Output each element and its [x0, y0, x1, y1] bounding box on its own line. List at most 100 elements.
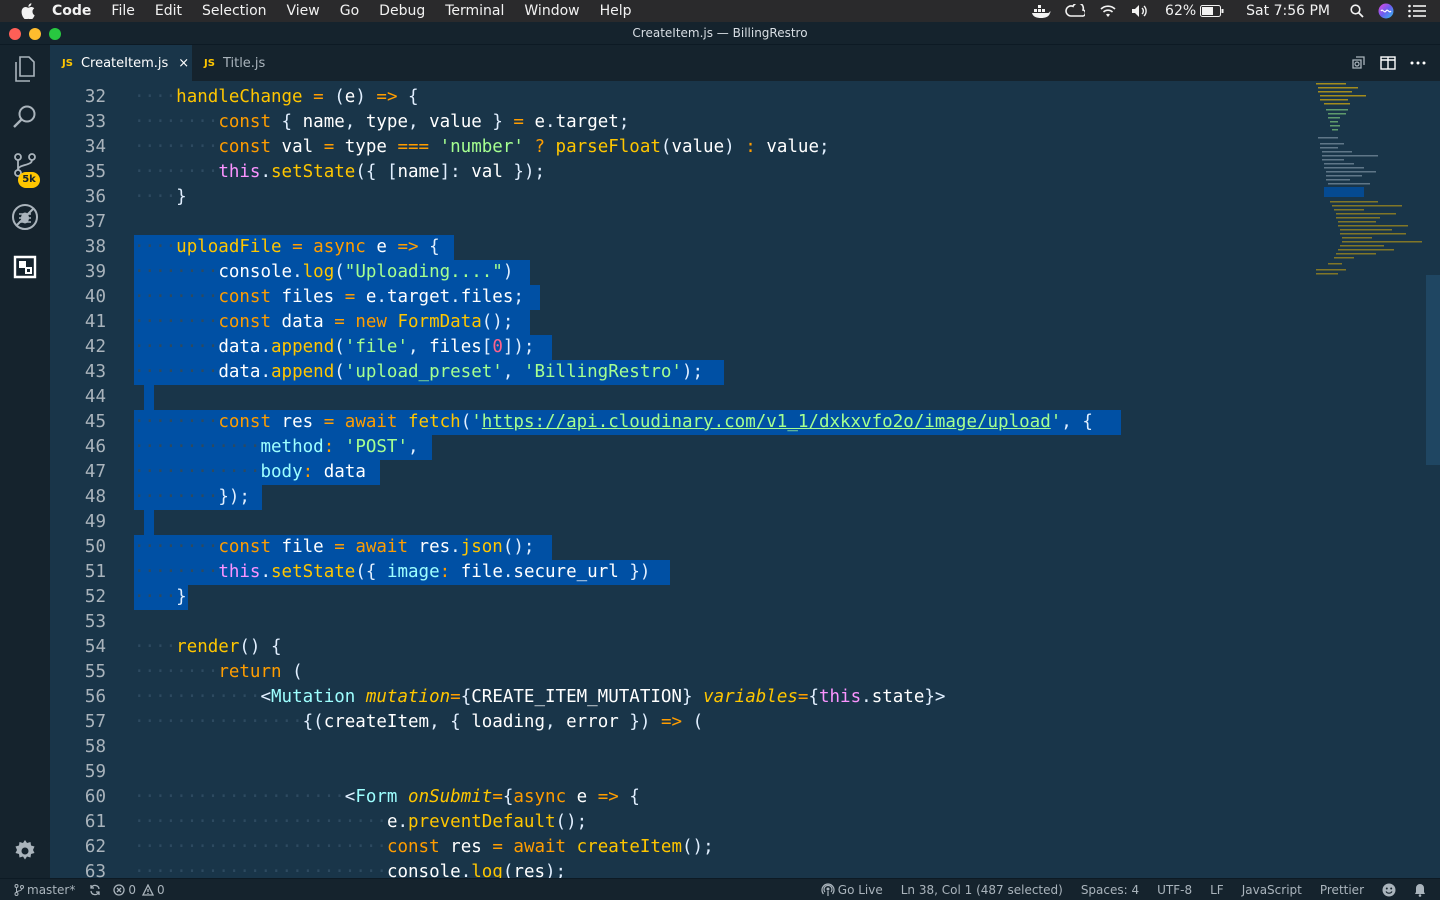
battery-percent[interactable]: 62% [1165, 3, 1224, 19]
code-line: ························console.log(res)… [134, 862, 567, 878]
code-line-selected: ········const file = await res.json(); [134, 535, 1314, 560]
sync-icon [90, 884, 100, 895]
menu-file[interactable]: File [111, 3, 134, 19]
status-bar: master* 0 0 Go Live Ln 38, Col 1 (487 se… [0, 878, 1440, 900]
debug-button[interactable] [0, 195, 50, 243]
menu-terminal[interactable]: Terminal [445, 3, 504, 19]
menubar-status-area: 62% Sat 7:56 PM [1031, 0, 1440, 22]
code-line: ········const { name, type, value } = e.… [134, 112, 630, 132]
javascript-file-icon: JS [62, 57, 73, 69]
code-line: ························const res = awai… [134, 837, 714, 857]
minimap[interactable] [1314, 81, 1424, 878]
explorer-button[interactable] [0, 47, 50, 95]
line-number: 60 [84, 787, 106, 807]
line-number: 59 [84, 762, 106, 782]
code-editor[interactable]: 32 33 34 35 36 37 38 39 40 41 42 43 44 4… [50, 81, 1440, 878]
open-changes-icon[interactable] [1350, 55, 1366, 71]
feedback-smiley-icon[interactable] [1382, 883, 1396, 897]
code-line-selected: ····uploadFile = async e => { [134, 235, 1314, 260]
cursor-position[interactable]: Ln 38, Col 1 (487 selected) [901, 883, 1063, 897]
branch-name: master* [27, 882, 76, 897]
minimize-window-button[interactable] [29, 28, 41, 40]
javascript-file-icon: JS [204, 57, 215, 69]
docker-icon[interactable] [1031, 4, 1051, 18]
spotlight-search-icon[interactable] [1350, 4, 1364, 18]
git-branch-status[interactable]: master* [14, 883, 75, 897]
error-icon [113, 883, 125, 896]
code-line: ························e.preventDefault… [134, 812, 588, 832]
code-line: ····handleChange = (e) => { [134, 87, 419, 107]
line-number: 42 [84, 337, 106, 357]
battery-level-text: 62% [1165, 3, 1197, 19]
window-titlebar: CreateItem.js — BillingRestro [0, 22, 1440, 45]
split-editor-icon[interactable] [1380, 56, 1396, 70]
line-number: 51 [84, 562, 106, 582]
menu-edit[interactable]: Edit [155, 3, 182, 19]
menu-help[interactable]: Help [600, 3, 632, 19]
source-control-badge: 5k [18, 172, 40, 188]
menu-app-code[interactable]: Code [52, 3, 91, 19]
wifi-icon[interactable] [1099, 4, 1117, 18]
clock[interactable]: Sat 7:56 PM [1246, 3, 1330, 19]
extensions-button[interactable] [0, 245, 50, 293]
line-number: 55 [84, 662, 106, 682]
creative-cloud-icon[interactable] [1065, 4, 1086, 18]
code-line-selected: ········const data = new FormData(); [134, 310, 1314, 335]
line-number: 48 [84, 487, 106, 507]
line-number: 50 [84, 537, 106, 557]
warning-count: 0 [156, 882, 165, 897]
search-icon [12, 104, 38, 134]
indentation[interactable]: Spaces: 4 [1081, 883, 1139, 897]
warning-icon [141, 883, 154, 896]
tab-createitem[interactable]: JS CreateItem.js × [50, 45, 192, 81]
close-tab-icon[interactable]: × [178, 56, 189, 71]
vertical-scrollbar[interactable] [1426, 275, 1440, 465]
git-branch-icon [14, 883, 24, 896]
encoding[interactable]: UTF-8 [1157, 883, 1192, 897]
code-line: ········return ( [134, 662, 303, 682]
menu-view[interactable]: View [287, 3, 320, 19]
line-number: 54 [84, 637, 106, 657]
code-line-selected: ········}); [134, 485, 1314, 510]
go-live-button[interactable]: Go Live [821, 883, 883, 897]
sync-button[interactable] [89, 884, 101, 896]
problems-status[interactable]: 0 0 [113, 882, 165, 897]
menu-go[interactable]: Go [340, 3, 359, 19]
code-line-selected [134, 510, 1314, 535]
more-actions-icon[interactable] [1410, 61, 1426, 65]
line-number: 49 [84, 512, 106, 532]
end-of-line[interactable]: LF [1210, 883, 1224, 897]
search-button[interactable] [0, 95, 50, 143]
status-bar-right: Go Live Ln 38, Col 1 (487 selected) Spac… [821, 879, 1440, 900]
files-icon [13, 56, 37, 86]
notifications-bell-icon[interactable] [1414, 883, 1426, 897]
close-window-button[interactable] [9, 28, 21, 40]
line-number: 32 [84, 87, 106, 107]
editor-tab-bar: JS CreateItem.js × JS Title.js [50, 45, 1440, 81]
zoom-window-button[interactable] [49, 28, 61, 40]
line-number: 62 [84, 837, 106, 857]
siri-icon[interactable] [1378, 3, 1394, 19]
volume-icon[interactable] [1131, 4, 1151, 18]
menu-debug[interactable]: Debug [379, 3, 425, 19]
language-mode[interactable]: JavaScript [1242, 883, 1302, 897]
go-live-label: Go Live [837, 883, 883, 897]
extensions-icon [13, 255, 37, 283]
notification-center-icon[interactable] [1408, 4, 1426, 18]
apple-icon[interactable] [20, 3, 36, 19]
line-number: 58 [84, 737, 106, 757]
manage-button[interactable] [0, 829, 50, 877]
menu-window[interactable]: Window [524, 3, 579, 19]
menu-bar: Code File Edit Selection View Go Debug T… [0, 0, 1440, 22]
window-title: CreateItem.js — BillingRestro [632, 26, 808, 40]
line-number: 37 [84, 212, 106, 232]
code-line: ········this.setState({ [name]: val }); [134, 162, 546, 182]
menu-selection[interactable]: Selection [202, 3, 267, 19]
line-number: 39 [84, 262, 106, 282]
line-number: 61 [84, 812, 106, 832]
gear-icon [13, 839, 37, 867]
code-line: ········const val = type === 'number' ? … [134, 137, 830, 157]
tab-title[interactable]: JS Title.js [192, 45, 312, 81]
prettier-status[interactable]: Prettier [1320, 883, 1364, 897]
